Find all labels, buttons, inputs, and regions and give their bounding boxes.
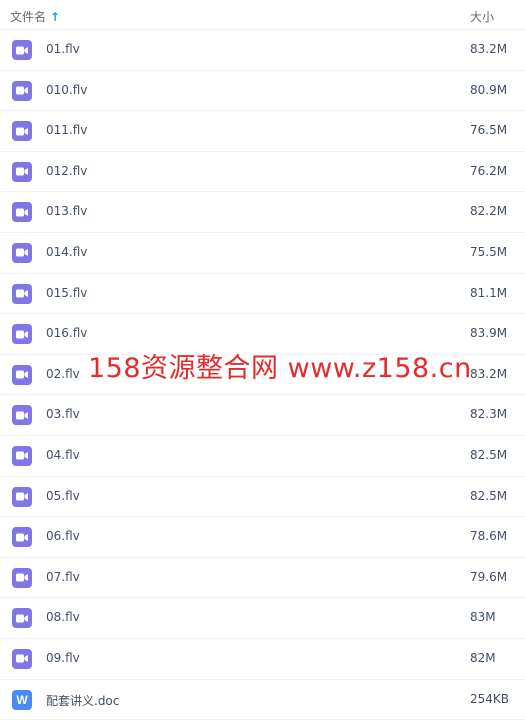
file-name[interactable]: 配套讲义.doc — [46, 692, 119, 709]
file-size: 82.5M — [470, 447, 508, 462]
sort-by-size-button[interactable]: 大小 — [470, 8, 494, 25]
video-file-icon — [12, 324, 32, 345]
file-size: 83.2M — [470, 42, 508, 56]
file-name[interactable]: 03.flv — [46, 407, 80, 421]
file-name[interactable]: 014.flv — [46, 245, 87, 259]
file-row[interactable]: 015.flv 81.1M — [0, 274, 525, 315]
video-file-icon — [12, 364, 32, 385]
file-row[interactable]: 016.flv 83.9M — [0, 314, 525, 355]
file-row[interactable]: 014.flv 75.5M — [0, 233, 525, 274]
sort-by-name-button[interactable]: 文件名 ↑ — [10, 8, 60, 25]
video-file-icon — [12, 161, 32, 182]
file-name[interactable]: 010.flv — [46, 83, 87, 97]
file-row[interactable]: 08.flv 83M — [0, 598, 525, 639]
file-name[interactable]: 015.flv — [46, 286, 87, 300]
file-size: 83M — [470, 610, 496, 625]
file-size: 83.9M — [470, 326, 508, 341]
file-name[interactable]: 05.flv — [46, 489, 80, 503]
file-size: 83.2M — [470, 366, 508, 381]
video-file-icon — [12, 608, 32, 629]
file-size: 82.5M — [470, 488, 508, 503]
name-column-label: 文件名 — [10, 10, 47, 24]
file-row[interactable]: 01.flv 83.2M — [0, 30, 525, 71]
file-name[interactable]: 04.flv — [46, 448, 80, 462]
video-file-icon — [12, 527, 32, 548]
file-size: 75.5M — [470, 244, 508, 259]
file-row[interactable]: 010.flv 80.9M — [0, 71, 525, 112]
video-file-icon — [12, 486, 32, 507]
file-size: 81.1M — [470, 285, 508, 300]
file-name[interactable]: 02.flv — [46, 367, 80, 381]
video-file-icon — [12, 242, 32, 263]
file-row[interactable]: 011.flv 76.5M — [0, 111, 525, 152]
file-size: 80.9M — [470, 82, 508, 97]
file-size: 82.2M — [470, 204, 508, 219]
file-row[interactable]: 09.flv 82M — [0, 639, 525, 680]
file-row[interactable]: W 配套讲义.doc 254KB — [0, 680, 525, 720]
file-row[interactable]: 05.flv 82.5M — [0, 477, 525, 518]
video-file-icon — [12, 567, 32, 588]
file-name[interactable]: 013.flv — [46, 204, 87, 218]
file-name[interactable]: 07.flv — [46, 570, 80, 584]
file-size: 254KB — [470, 691, 510, 706]
file-row[interactable]: 012.flv 76.2M — [0, 152, 525, 193]
file-name[interactable]: 01.flv — [46, 42, 80, 56]
video-file-icon — [12, 202, 32, 223]
file-size: 78.6M — [470, 529, 508, 544]
file-row[interactable]: 03.flv 82.3M — [0, 395, 525, 436]
file-name[interactable]: 09.flv — [46, 651, 80, 665]
file-name[interactable]: 012.flv — [46, 164, 87, 178]
file-list-header: 文件名 ↑ 大小 — [0, 0, 525, 30]
file-size: 82.3M — [470, 407, 508, 422]
video-file-icon — [12, 283, 32, 304]
video-file-icon — [12, 40, 32, 60]
video-file-icon — [12, 405, 32, 426]
file-list: 01.flv 83.2M 010.flv 80.9M 011.flv 76.5M 012.f… — [0, 30, 525, 720]
file-name[interactable]: 011.flv — [46, 123, 87, 137]
arrow-up-icon: ↑ — [50, 9, 61, 24]
file-row[interactable]: 02.flv 83.2M — [0, 355, 525, 396]
file-name[interactable]: 016.flv — [46, 326, 87, 340]
file-name[interactable]: 08.flv — [46, 610, 80, 624]
file-row[interactable]: 07.flv 79.6M — [0, 558, 525, 599]
video-file-icon — [12, 648, 32, 669]
size-column-label: 大小 — [470, 10, 495, 24]
word-doc-icon: W — [12, 689, 32, 710]
file-size: 76.2M — [470, 163, 508, 178]
file-size: 82M — [470, 650, 496, 665]
file-row[interactable]: 013.flv 82.2M — [0, 192, 525, 233]
file-row[interactable]: 04.flv 82.5M — [0, 436, 525, 477]
file-row[interactable]: 06.flv 78.6M — [0, 517, 525, 558]
file-size: 79.6M — [470, 569, 508, 584]
file-name[interactable]: 06.flv — [46, 529, 80, 543]
file-size: 76.5M — [470, 123, 508, 138]
video-file-icon — [12, 121, 32, 142]
video-file-icon — [12, 80, 32, 101]
video-file-icon — [12, 445, 32, 466]
